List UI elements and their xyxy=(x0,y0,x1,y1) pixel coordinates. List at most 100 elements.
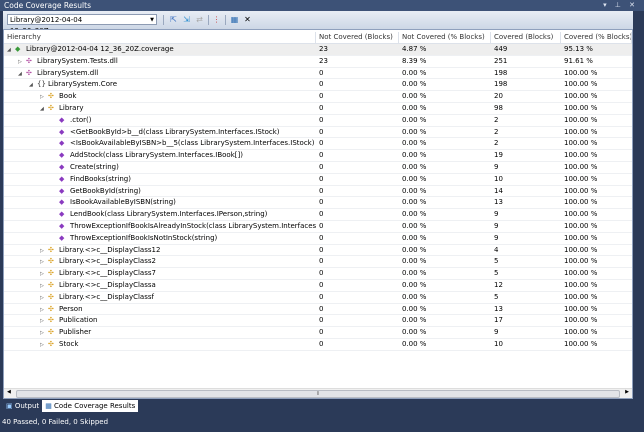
scroll-left-icon[interactable]: ◀ xyxy=(7,389,11,395)
class-icon: ✣ xyxy=(48,339,54,348)
merge-icon[interactable]: ⇄ xyxy=(194,14,205,25)
not-covered-percent: 0.00 % xyxy=(402,269,427,278)
hierarchy-cell: ◢ ✣ Library xyxy=(4,103,316,114)
covered-percent: 100.00 % xyxy=(564,280,598,289)
collapse-icon[interactable]: ◢ xyxy=(7,45,15,55)
table-row[interactable]: ▷ ✣ Library.<>c__DisplayClassf 0 0.00 % 5 … xyxy=(4,292,632,304)
covered-blocks: 10 xyxy=(494,174,503,183)
tab-code-coverage-results[interactable]: ▦ Code Coverage Results xyxy=(42,400,139,412)
covered-percent: 100.00 % xyxy=(564,139,598,148)
table-row[interactable]: ◆ GetBookById(string) 0 0.00 % 14 100.00 … xyxy=(4,186,632,198)
import-icon[interactable]: ⇱ xyxy=(168,14,179,25)
expand-icon[interactable]: ▷ xyxy=(40,316,48,326)
expand-icon[interactable]: ▷ xyxy=(40,281,48,291)
table-row[interactable]: ◆ ThrowExceptionIfBookIsAlreadyInStock(cl… xyxy=(4,221,632,233)
horizontal-scrollbar[interactable]: ◀ ⦀ ▶ xyxy=(4,388,632,398)
table-row[interactable]: ◆ <IsBookAvailableByISBN>b__5(class Libra… xyxy=(4,138,632,151)
not-covered-blocks: 0 xyxy=(319,115,324,124)
covered-percent: 100.00 % xyxy=(564,210,598,219)
not-covered-blocks: 23 xyxy=(319,56,328,65)
column-header-covered-blocks[interactable]: Covered (Blocks) xyxy=(491,32,561,43)
table-row[interactable]: ◆ AddStock(class LibrarySystem.Interfaces… xyxy=(4,150,632,162)
table-row[interactable]: ◆ ThrowExceptionIfBookIsNotInStock(string… xyxy=(4,233,632,245)
export-icon[interactable]: ⇲ xyxy=(181,14,192,25)
not-covered-blocks: 0 xyxy=(319,162,324,171)
table-row[interactable]: ▷ ✣ Library.<>c__DisplayClass2 0 0.00 % 5 … xyxy=(4,256,632,269)
covered-percent: 100.00 % xyxy=(564,186,598,195)
scroll-right-icon[interactable]: ▶ xyxy=(625,389,629,395)
hierarchy-cell: ◆ <IsBookAvailableByISBN>b__5(class Libra… xyxy=(4,138,316,149)
hierarchy-cell: ▷ ✣ Library.<>c__DisplayClassa xyxy=(4,280,316,291)
table-row[interactable]: ▷ ✣ Book 0 0.00 % 20 100.00 % xyxy=(4,91,632,103)
not-covered-blocks: 0 xyxy=(319,198,324,207)
tab-label: Code Coverage Results xyxy=(54,402,136,410)
tab-output[interactable]: ▣ Output xyxy=(3,400,42,412)
covered-blocks: 251 xyxy=(494,56,508,65)
table-row[interactable]: ◢{} LibrarySystem.Core 0 0.00 % 198 100.0… xyxy=(4,79,632,92)
table-row[interactable]: ◆ FindBooks(string) 0 0.00 % 10 100.00 % xyxy=(4,174,632,186)
expand-icon[interactable]: ▷ xyxy=(40,246,48,256)
hierarchy-cell: ◢{} LibrarySystem.Core xyxy=(4,79,316,90)
collapse-icon[interactable]: ◢ xyxy=(18,69,26,79)
node-name: Library.<>c__DisplayClass2 xyxy=(59,257,156,266)
not-covered-percent: 0.00 % xyxy=(402,186,427,195)
not-covered-percent: 0.00 % xyxy=(402,92,427,101)
collapse-icon[interactable]: ◢ xyxy=(40,104,48,114)
table-row[interactable]: ▷ ✣ Library.<>c__DisplayClassa 0 0.00 % 12… xyxy=(4,280,632,292)
collapse-icon[interactable]: ◢ xyxy=(29,80,37,90)
table-row[interactable]: ◢ ◆ Library@2012-04-04 12_36_20Z.coverage … xyxy=(4,44,632,56)
hierarchy-cell: ◆ ThrowExceptionIfBookIsNotInStock(string… xyxy=(4,233,316,244)
table-row[interactable]: ▷ ✣ LibrarySystem.Tests.dll 23 8.39 % 251 … xyxy=(4,56,632,68)
node-name: IsBookAvailableByISBN(string) xyxy=(70,198,176,207)
node-name: LendBook(class LibrarySystem.Interfaces.… xyxy=(70,210,268,219)
table-row[interactable]: ◆ Create(string) 0 0.00 % 9 100.00 % xyxy=(4,162,632,174)
table-row[interactable]: ▷ ✣ Library.<>c__DisplayClass7 0 0.00 % 5 … xyxy=(4,268,632,280)
scrollbar-thumb[interactable]: ⦀ xyxy=(16,390,620,398)
column-header-hierarchy[interactable]: Hierarchy xyxy=(4,32,316,43)
expand-icon[interactable]: ▷ xyxy=(40,257,48,267)
expand-icon[interactable]: ▷ xyxy=(40,92,48,102)
table-row[interactable]: ▷ ✣ Publisher 0 0.00 % 9 100.00 % xyxy=(4,327,632,339)
hierarchy-cell: ◆ FindBooks(string) xyxy=(4,174,316,185)
not-covered-blocks: 0 xyxy=(319,292,324,301)
node-name: LibrarySystem.Tests.dll xyxy=(37,56,118,65)
covered-blocks: 12 xyxy=(494,280,503,289)
covered-percent: 100.00 % xyxy=(564,257,598,266)
add-remove-columns-icon[interactable]: ▦ xyxy=(229,14,240,25)
column-header-not-covered-blocks[interactable]: Not Covered (Blocks) xyxy=(316,32,399,43)
table-row[interactable]: ▷ ✣ Library.<>c__DisplayClass12 0 0.00 % 4… xyxy=(4,245,632,257)
coverage-run-select[interactable]: Library@2012-04-04 12_36_20Z.coverage▼ xyxy=(7,14,157,35)
covered-blocks: 2 xyxy=(494,127,499,136)
table-row[interactable]: ▷ ✣ Publication 0 0.00 % 17 100.00 % xyxy=(4,315,632,328)
table-row[interactable]: ◆ LendBook(class LibrarySystem.Interfaces… xyxy=(4,209,632,221)
class-icon: ✣ xyxy=(48,328,54,337)
expand-icon[interactable]: ▷ xyxy=(40,340,48,350)
expand-icon[interactable]: ▷ xyxy=(40,305,48,315)
not-covered-percent: 0.00 % xyxy=(402,80,427,89)
expand-icon[interactable]: ▷ xyxy=(40,328,48,338)
expand-icon[interactable]: ▷ xyxy=(40,293,48,303)
table-row[interactable]: ▷ ✣ Person 0 0.00 % 13 100.00 % xyxy=(4,304,632,316)
table-row[interactable]: ◢ ✣ LibrarySystem.dll 0 0.00 % 198 100.00 … xyxy=(4,68,632,80)
window-controls[interactable]: ▾ ⊥ ✕ xyxy=(599,0,638,11)
column-header-covered-percent[interactable]: Covered (% Blocks) xyxy=(561,32,632,43)
covered-percent: 100.00 % xyxy=(564,127,598,136)
table-row[interactable]: ◆ IsBookAvailableByISBN(string) 0 0.00 % … xyxy=(4,197,632,210)
window-title: Code Coverage Results xyxy=(4,1,91,10)
not-covered-blocks: 0 xyxy=(319,174,324,183)
not-covered-percent: 0.00 % xyxy=(402,233,427,242)
close-icon[interactable]: ✕ xyxy=(242,14,253,25)
method-icon: ◆ xyxy=(59,151,65,160)
table-row[interactable]: ▷ ✣ Stock 0 0.00 % 10 100.00 % xyxy=(4,339,632,351)
table-row[interactable]: ◆ <GetBookById>b__d(class LibrarySystem.I… xyxy=(4,127,632,139)
separator xyxy=(225,15,226,25)
table-row[interactable]: ◢ ✣ Library 0 0.00 % 98 100.00 % xyxy=(4,103,632,115)
table-row[interactable]: ◆ .ctor() 0 0.00 % 2 100.00 % xyxy=(4,115,632,127)
coloring-icon[interactable]: ⋮ xyxy=(211,14,222,25)
covered-blocks: 5 xyxy=(494,269,499,278)
class-icon: ✣ xyxy=(48,292,54,301)
column-header-not-covered-percent[interactable]: Not Covered (% Blocks) xyxy=(399,32,491,43)
expand-icon[interactable]: ▷ xyxy=(40,269,48,279)
not-covered-percent: 0.00 % xyxy=(402,174,427,183)
expand-icon[interactable]: ▷ xyxy=(18,57,26,67)
